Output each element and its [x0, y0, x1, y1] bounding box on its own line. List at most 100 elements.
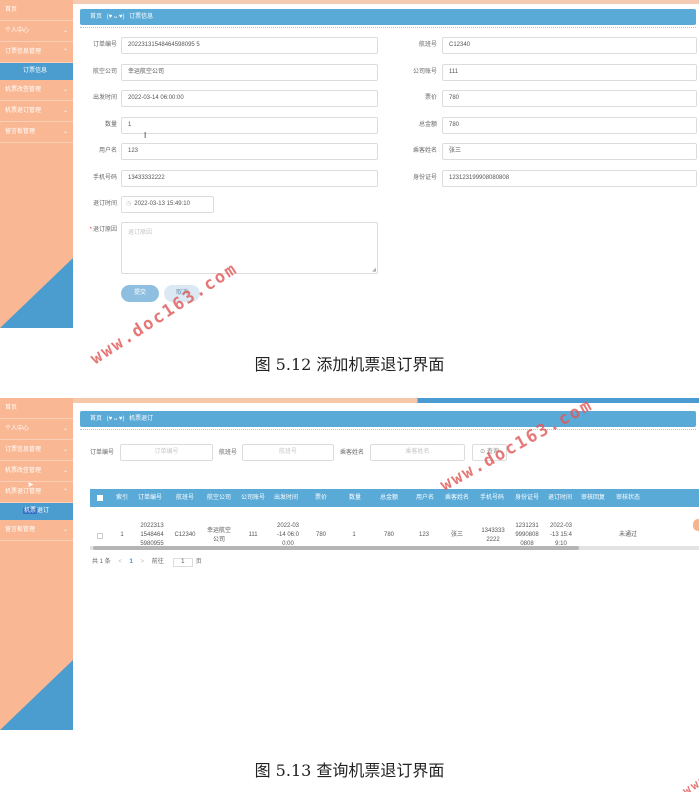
search-flight-label: 航班号: [219, 450, 238, 456]
order-no-field[interactable]: 20223131548464598095 5: [121, 37, 378, 54]
search-order-label: 订单编号: [90, 450, 115, 456]
col-header[interactable]: 航空公司: [207, 489, 231, 507]
phone-label: 手机号码: [92, 175, 117, 181]
horizontal-scrollbar[interactable]: [90, 546, 699, 550]
company-account-field[interactable]: 111: [442, 64, 697, 81]
sidebar-item-personal-center[interactable]: 个人中心 ⌄: [0, 21, 73, 42]
depart-time-field[interactable]: 2022-03-14 06:00:00: [121, 90, 378, 107]
col-header[interactable]: 订单编号: [138, 489, 162, 507]
quantity-field[interactable]: 1: [121, 117, 378, 134]
clock-icon: ◷: [126, 201, 132, 207]
table-cell: 780: [383, 532, 394, 538]
col-header[interactable]: 数量: [349, 489, 361, 507]
select-all-checkbox[interactable]: [97, 495, 103, 501]
prev-page-button[interactable]: <: [118, 559, 122, 565]
total-field[interactable]: 780: [442, 117, 697, 134]
sidebar-item-home[interactable]: 首页: [0, 0, 73, 21]
table-row[interactable]: 1 2022313 1548464 5980955 C12340 幸运航空 公司…: [90, 507, 699, 564]
heart-icon: (♥ ᴗ ♥): [106, 14, 125, 20]
refund-reason-textarea[interactable]: 退订原因 ◢: [121, 222, 378, 274]
add-refund-screenshot: 首页 个人中心 ⌄ 订票信息管理 ⌃ 订票信息 机票改签管理 ⌄ 机票退订管理 ⌄ 留言…: [0, 0, 699, 328]
col-header[interactable]: 航班号: [176, 489, 194, 507]
col-header[interactable]: 索引: [116, 489, 128, 507]
flight-no-field[interactable]: C12340: [442, 37, 697, 54]
refund-time-picker[interactable]: ◷ 2022-03-13 15:49:10: [121, 196, 214, 213]
airline-field[interactable]: 幸运航空公司: [121, 64, 378, 81]
search-passenger-label: 乘客姓名: [340, 450, 365, 456]
breadcrumb-home[interactable]: 首页: [90, 416, 102, 422]
table-cell: C12340: [174, 532, 196, 538]
table-cell: 张三: [450, 532, 463, 538]
sidebar-item-home[interactable]: 首页: [0, 398, 73, 419]
resize-grip-icon[interactable]: ◢: [372, 267, 376, 273]
col-header[interactable]: 退订时间: [548, 489, 572, 507]
passenger-label: 乘客姓名: [412, 148, 437, 154]
page-number[interactable]: 1: [130, 559, 133, 565]
goto-label: 前往: [151, 559, 164, 565]
sidebar-item-personal-center[interactable]: 个人中心 ⌄: [0, 419, 73, 440]
col-header[interactable]: 总金额: [380, 489, 398, 507]
phone-field[interactable]: 13433332222: [121, 170, 378, 187]
scrollbar-thumb[interactable]: [93, 546, 579, 550]
sidebar: 首页 个人中心 ⌄ 订票信息管理 ⌃ 订票信息 机票改签管理 ⌄ 机票退订管理 ⌄ 留言…: [0, 0, 73, 328]
pagination: 共 1 条 < 1 > 前往 1 页: [92, 557, 208, 567]
table-cell: 2022313 1548464 5980955: [140, 523, 164, 547]
table-cell: 1343333 2222: [481, 527, 505, 543]
col-header[interactable]: 审核状态: [616, 489, 640, 507]
status-badge: 未通过: [618, 532, 637, 538]
top-bar: [73, 0, 699, 4]
order-no-label: 订单编号: [92, 42, 117, 48]
col-header[interactable]: 票价: [315, 489, 327, 507]
sidebar-item-message-board[interactable]: 留言板管理 ⌄: [0, 122, 73, 143]
row-checkbox[interactable]: [94, 507, 106, 564]
next-page-button[interactable]: >: [141, 559, 145, 565]
goto-page-input[interactable]: 1: [172, 558, 193, 567]
depart-time-label: 出发时间: [92, 95, 117, 101]
breadcrumb: 首页 (♥ ᴗ ♥) 订票信息: [80, 9, 696, 25]
chevron-down-icon: ⌄: [62, 108, 68, 114]
passenger-field[interactable]: 张三: [442, 143, 697, 160]
sidebar-subitem-refund[interactable]: 机票退订: [0, 503, 73, 520]
figure-caption-2: 图 5.13 查询机票退订界面: [254, 761, 445, 780]
col-header[interactable]: 审核回复: [581, 489, 605, 507]
breadcrumb-home[interactable]: 首页: [90, 14, 102, 20]
airline-label: 航空公司: [92, 69, 117, 75]
sidebar-subitem-booking-info[interactable]: 订票信息: [0, 63, 73, 80]
search-flight-input[interactable]: 航班号: [242, 444, 334, 461]
row-action-button[interactable]: [693, 519, 699, 531]
chevron-down-icon: ⌄: [62, 129, 68, 135]
table-header: 索引 订单编号 航班号 航空公司 公司账号 出发时间 票价 数量 总金额 用户名…: [90, 489, 699, 507]
search-order-input[interactable]: 订单编号: [120, 444, 213, 461]
search-passenger-input[interactable]: 乘客姓名: [370, 444, 465, 461]
sidebar-decoration: [0, 660, 73, 730]
col-header[interactable]: 出发时间: [274, 489, 298, 507]
col-header[interactable]: 身份证号: [515, 489, 539, 507]
table-cell: 2022-03 -14 06:0 0:00: [276, 523, 300, 547]
table-cell: 111: [248, 532, 258, 538]
sidebar-item-refund-management[interactable]: 机票退订管理 ⌄: [0, 101, 73, 122]
sidebar-item-booking-management[interactable]: 订票信息管理 ⌄: [0, 440, 73, 461]
table-cell: 1: [352, 532, 356, 538]
sidebar-item-change-management[interactable]: 机票改签管理 ⌄: [0, 80, 73, 101]
sidebar-item-message-board[interactable]: 留言板管理 ⌄: [0, 520, 73, 541]
breadcrumb-divider: [80, 26, 696, 28]
query-refund-screenshot: 首页 个人中心 ⌄ 订票信息管理 ⌄ 机票改签管理 ⌄ 机票退订管理 ⌃ 机票退订 留言…: [0, 398, 699, 730]
table-cell: [580, 507, 610, 564]
username-field[interactable]: 123: [121, 143, 378, 160]
sidebar-item-change-management[interactable]: 机票改签管理 ⌄: [0, 461, 73, 482]
sidebar-item-booking-management[interactable]: 订票信息管理 ⌃: [0, 42, 73, 63]
table-cell: 1231231 9990808 0808: [515, 523, 539, 547]
refund-table: 索引 订单编号 航班号 航空公司 公司账号 出发时间 票价 数量 总金额 用户名…: [90, 489, 699, 564]
col-header[interactable]: 公司账号: [241, 489, 265, 507]
submit-button[interactable]: 提交: [121, 285, 159, 302]
col-header[interactable]: 用户名: [416, 489, 434, 507]
id-card-field[interactable]: 123123199908080808: [442, 170, 697, 187]
col-header[interactable]: 手机号码: [480, 489, 504, 507]
chevron-up-icon: ⌃: [62, 49, 68, 55]
table-cell: 123: [418, 532, 429, 538]
sidebar-item-refund-management[interactable]: 机票退订管理 ⌃: [0, 482, 73, 503]
sidebar-decoration: [0, 258, 73, 328]
chevron-down-icon: ⌄: [62, 447, 68, 453]
id-card-label: 身份证号: [412, 175, 437, 181]
price-field[interactable]: 780: [442, 90, 697, 107]
